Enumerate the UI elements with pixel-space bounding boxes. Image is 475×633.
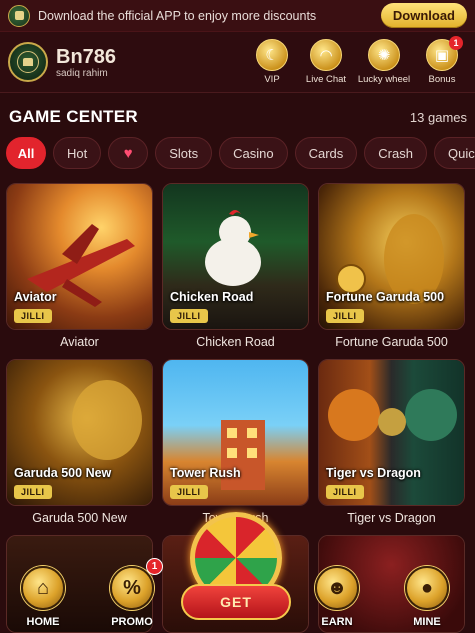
garuda-500-new-artwork xyxy=(7,360,152,505)
game-card-tower-rush[interactable]: Tower Rush JILLI xyxy=(162,359,309,506)
provider-badge: JILLI xyxy=(14,309,52,323)
nav-mine[interactable]: ● MINE xyxy=(392,566,462,628)
download-banner: Download the official APP to enjoy more … xyxy=(0,0,475,32)
percent-icon: % xyxy=(110,566,154,610)
game-caption: Garuda 500 New xyxy=(32,511,127,525)
game-title: Garuda 500 New xyxy=(14,466,112,480)
nav-earn-label: EARN xyxy=(321,616,353,628)
game-title: Tower Rush xyxy=(170,466,241,480)
tiger-vs-dragon-artwork xyxy=(319,360,464,505)
promo-badge: 1 xyxy=(146,558,163,575)
wheel-icon: ✺ xyxy=(368,39,400,71)
game-card-tiger-vs-dragon[interactable]: Tiger vs Dragon JILLI xyxy=(318,359,465,506)
game-card-chicken-road[interactable]: Chicken Road JILLI xyxy=(162,183,309,330)
username: sadiq rahim xyxy=(56,67,108,79)
tab-slots[interactable]: Slots xyxy=(155,137,213,169)
tower-rush-artwork xyxy=(163,360,308,505)
live-chat-button[interactable]: ◠ Live Chat xyxy=(301,39,351,85)
game-caption: Tiger vs Dragon xyxy=(347,511,436,525)
game-title: Chicken Road xyxy=(170,290,254,304)
game-center-title: GAME CENTER xyxy=(9,107,138,126)
game-card-aviator[interactable]: Aviator JILLI xyxy=(6,183,153,330)
nav-earn[interactable]: ☻ EARN xyxy=(302,566,372,628)
category-tabs: All Hot ♥ Slots Casino Cards Crash Quic xyxy=(6,137,475,169)
game-caption: Chicken Road xyxy=(196,335,275,349)
game-title: Tiger vs Dragon xyxy=(326,466,421,480)
header-divider xyxy=(0,92,475,93)
home-icon: ⌂ xyxy=(21,566,65,610)
nav-home-label: HOME xyxy=(26,616,60,628)
banner-message: Download the official APP to enjoy more … xyxy=(38,8,317,23)
lucky-wheel-widget[interactable]: GET xyxy=(180,512,292,624)
tab-crash[interactable]: Crash xyxy=(364,137,427,169)
game-title: Fortune Garuda 500 xyxy=(326,290,445,304)
nav-mine-label: MINE xyxy=(413,616,441,628)
tab-favorites-heart-icon[interactable]: ♥ xyxy=(108,137,149,169)
vip-label: VIP xyxy=(264,74,280,85)
nav-promo[interactable]: % PROMO 1 xyxy=(97,558,167,628)
tab-casino[interactable]: Casino xyxy=(219,137,288,169)
download-button[interactable]: Download xyxy=(380,3,467,28)
aviator-artwork xyxy=(7,184,152,329)
game-card-garuda-500-new[interactable]: Garuda 500 New JILLI xyxy=(6,359,153,506)
lucky-wheel-label: Lucky wheel xyxy=(357,74,411,85)
game-title: Aviator xyxy=(14,290,57,304)
provider-badge: JILLI xyxy=(170,485,208,499)
game-caption: Aviator xyxy=(60,335,99,349)
crescent-icon: ☾ xyxy=(256,39,288,71)
nav-promo-label: PROMO xyxy=(111,616,153,628)
provider-badge: JILLI xyxy=(170,309,208,323)
game-count: 13 games xyxy=(409,110,467,125)
game-card-fortune-garuda-500[interactable]: Fortune Garuda 500 JILLI xyxy=(318,183,465,330)
tab-hot[interactable]: Hot xyxy=(53,137,102,169)
bonus-badge: 1 xyxy=(449,36,463,50)
live-chat-label: Live Chat xyxy=(305,74,347,85)
provider-badge: JILLI xyxy=(14,485,52,499)
tab-quick[interactable]: Quic xyxy=(433,137,475,169)
app-logo-icon xyxy=(8,4,30,27)
users-icon: ☻ xyxy=(315,566,359,610)
bonus-label: Bonus xyxy=(428,74,456,85)
provider-badge: JILLI xyxy=(326,309,364,323)
brand-name: Bn786 xyxy=(56,45,117,68)
tab-all[interactable]: All xyxy=(6,137,46,169)
lucky-wheel-button[interactable]: ✺ Lucky wheel xyxy=(355,39,413,85)
get-button[interactable]: GET xyxy=(181,584,291,620)
brand-block: Bn786 sadiq rahim xyxy=(56,46,243,79)
nav-home[interactable]: ⌂ HOME xyxy=(8,566,78,628)
headset-icon: ◠ xyxy=(310,39,342,71)
vip-button[interactable]: ☾ VIP xyxy=(247,39,297,85)
brand-logo-icon[interactable] xyxy=(8,42,48,82)
fortune-garuda-artwork xyxy=(319,184,464,329)
tab-cards[interactable]: Cards xyxy=(294,137,358,169)
chicken-road-artwork xyxy=(163,184,308,329)
user-icon: ● xyxy=(405,566,449,610)
bonus-button[interactable]: ▣ Bonus 1 xyxy=(417,36,467,85)
game-caption: Fortune Garuda 500 xyxy=(335,335,448,349)
provider-badge: JILLI xyxy=(326,485,364,499)
header: Bn786 sadiq rahim ☾ VIP ◠ Live Chat ✺ Lu… xyxy=(0,32,475,92)
header-actions: ☾ VIP ◠ Live Chat ✺ Lucky wheel ▣ Bonus … xyxy=(243,36,467,85)
